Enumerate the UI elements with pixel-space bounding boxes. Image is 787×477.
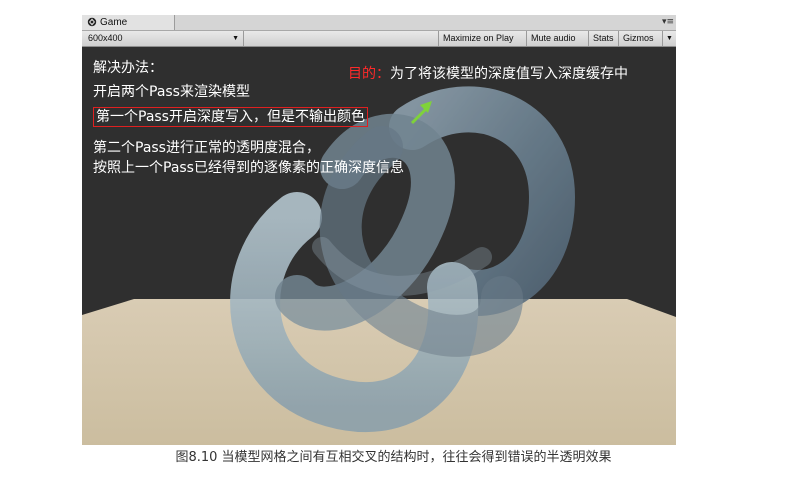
- gizmos-dropdown-icon[interactable]: ▼: [662, 31, 676, 46]
- gizmos-toggle[interactable]: Gizmos: [618, 31, 662, 46]
- maximize-on-play-toggle[interactable]: Maximize on Play: [438, 31, 526, 46]
- solution-line-3-highlighted: 第一个Pass开启深度写入，但是不输出颜色: [93, 107, 368, 127]
- resolution-dropdown[interactable]: 600x400 ▼: [82, 31, 244, 46]
- game-toolbar: 600x400 ▼ Maximize on Play Mute audio St…: [82, 31, 676, 47]
- title-bar: Game ▾≡: [82, 15, 676, 31]
- solution-heading: 解决办法：: [93, 60, 163, 76]
- resolution-value: 600x400: [88, 33, 123, 43]
- panel-menu-icon[interactable]: ▾≡: [662, 17, 674, 27]
- goal-note: 目的：为了将该模型的深度值写入深度缓存中: [348, 65, 628, 83]
- solution-line-5: 按照上一个Pass已经得到的逐像素的正确深度信息: [93, 160, 404, 176]
- tab-label: Game: [100, 17, 128, 28]
- tab-game[interactable]: Game: [82, 15, 175, 30]
- chevron-down-icon: ▼: [232, 35, 239, 42]
- figure-caption: 图8.10 当模型网格之间有互相交叉的结构时，往往会得到错误的半透明效果: [175, 450, 612, 465]
- mute-audio-toggle[interactable]: Mute audio: [526, 31, 588, 46]
- goal-text: 为了将该模型的深度值写入深度缓存中: [390, 66, 628, 82]
- solution-line-2: 开启两个Pass来渲染模型: [93, 84, 250, 100]
- solution-line-4: 第二个Pass进行正常的透明度混合，: [93, 140, 320, 156]
- game-window: Game ▾≡ 600x400 ▼ Maximize on Play Mute …: [82, 15, 676, 445]
- goal-label: 目的：: [348, 66, 390, 82]
- unity-logo-icon: [87, 17, 97, 27]
- stats-toggle[interactable]: Stats: [588, 31, 618, 46]
- game-viewport[interactable]: 解决办法： 开启两个Pass来渲染模型 第一个Pass开启深度写入，但是不输出颜…: [82, 47, 676, 445]
